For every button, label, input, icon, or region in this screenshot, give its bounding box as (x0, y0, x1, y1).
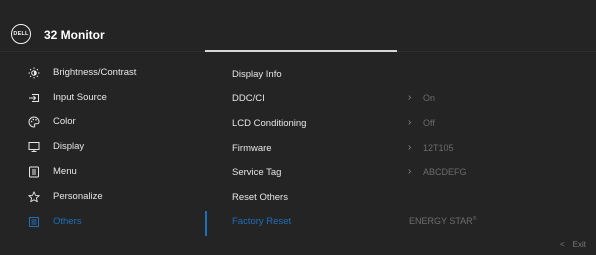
menu-item-personalize[interactable]: Personalize (0, 186, 200, 208)
option-value: Off (423, 118, 435, 128)
option-service-tag[interactable]: Service Tag › ABCDEFG (232, 163, 592, 183)
menu-item-input-source[interactable]: Input Source (0, 87, 200, 109)
menu-item-label: Personalize (53, 191, 103, 202)
option-label: Display Info (232, 69, 282, 80)
exit-button[interactable]: < Exit (560, 240, 586, 249)
menu-item-label: Others (53, 216, 82, 227)
energy-star-label: ENERGY STAR® (409, 216, 477, 226)
option-ddc-ci[interactable]: DDC/CI › On (232, 89, 592, 109)
monitor-osd: DELL 32 Monitor Brightness/Contrast Inpu… (0, 0, 596, 255)
option-label: LCD Conditioning (232, 118, 307, 129)
menu-item-others[interactable]: Others (0, 211, 200, 233)
chevron-right-icon: › (408, 142, 412, 153)
option-display-info[interactable]: Display Info (232, 65, 592, 85)
option-lcd-conditioning[interactable]: LCD Conditioning › Off (232, 114, 592, 134)
input-source-icon (28, 92, 40, 104)
chevron-right-icon: › (408, 92, 412, 103)
option-reset-others[interactable]: Reset Others (232, 188, 592, 208)
exit-label: Exit (572, 240, 586, 249)
option-value: 12T105 (423, 143, 454, 153)
menu-item-label: Brightness/Contrast (53, 67, 137, 78)
chevron-left-icon: < (559, 240, 565, 249)
option-label: Service Tag (232, 167, 282, 178)
monitor-title: 32 Monitor (44, 28, 105, 42)
menu-item-label: Display (53, 141, 85, 152)
menu-item-label: Color (53, 116, 76, 127)
option-label: DDC/CI (232, 93, 265, 104)
menu-item-label: Input Source (53, 92, 107, 103)
display-icon (28, 141, 40, 153)
active-selection-indicator (205, 211, 207, 236)
option-value: On (423, 93, 436, 103)
chevron-right-icon: › (408, 117, 412, 128)
option-label: Factory Reset (232, 216, 292, 227)
menu-icon (28, 166, 40, 178)
menu-item-color[interactable]: Color (0, 111, 200, 133)
others-icon (28, 216, 40, 228)
color-palette-icon (28, 116, 40, 128)
chevron-right-icon: › (408, 166, 412, 177)
menu-item-display[interactable]: Display (0, 136, 200, 158)
option-firmware[interactable]: Firmware › 12T105 (232, 139, 592, 159)
dell-logo: DELL (11, 24, 31, 44)
option-value: ABCDEFG (423, 167, 467, 177)
menu-item-label: Menu (53, 166, 77, 177)
menu-item-menu[interactable]: Menu (0, 161, 200, 183)
header-divider-highlight (205, 50, 397, 52)
brightness-icon (28, 67, 40, 79)
menu-item-brightness-contrast[interactable]: Brightness/Contrast (0, 62, 200, 84)
star-icon (28, 191, 40, 203)
osd-header: DELL 32 Monitor (0, 0, 596, 48)
option-label: Firmware (232, 143, 272, 154)
option-label: Reset Others (232, 192, 288, 203)
